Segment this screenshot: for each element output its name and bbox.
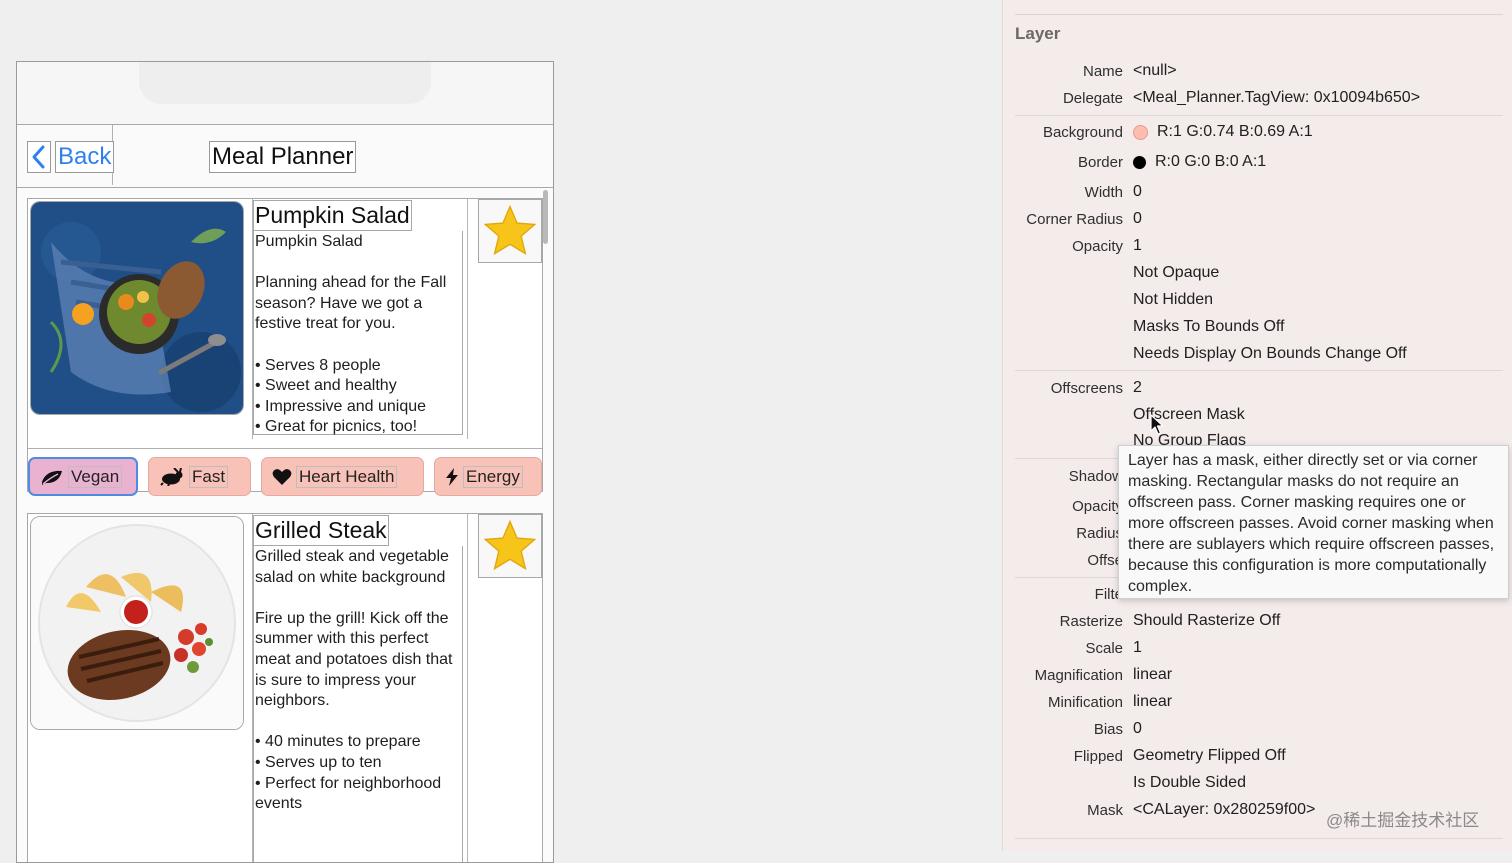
border-label: Border — [1077, 154, 1123, 171]
page-title: Meal Planner — [209, 141, 357, 173]
divider — [1015, 370, 1503, 371]
bolt-icon — [446, 467, 458, 486]
meal-title: Grilled Steak — [253, 515, 389, 546]
bias-label: Bias — [1093, 721, 1123, 738]
meal-text-column: Grilled Steak Grilled steak and vegetabl… — [252, 514, 468, 862]
scroll-indicator[interactable] — [543, 190, 548, 244]
meal-description: Grilled steak and vegetable salad on whi… — [253, 546, 463, 862]
scale-value: 1 — [1133, 639, 1142, 656]
divider — [1015, 838, 1503, 839]
tag-fast[interactable]: Fast — [148, 457, 251, 496]
back-button[interactable]: Back — [17, 125, 115, 185]
device-notch — [139, 62, 431, 104]
width-label: Width — [1084, 184, 1123, 201]
name-label: Name — [1082, 63, 1123, 80]
meal-image-grilled-steak — [30, 516, 244, 730]
star-icon — [483, 519, 537, 571]
favorite-button[interactable] — [478, 199, 542, 263]
tag-vegan[interactable]: Vegan — [28, 457, 138, 496]
mask-value[interactable]: <CALayer: 0x280259f00> — [1133, 801, 1315, 819]
divider — [1015, 14, 1503, 15]
bias-value: 0 — [1133, 720, 1142, 737]
rasterize-label: Rasterize — [1059, 613, 1123, 630]
minification-label: Minification — [1047, 694, 1123, 711]
meal-card[interactable]: Grilled Steak Grilled steak and vegetabl… — [27, 513, 543, 862]
corner-radius-value: 0 — [1133, 210, 1142, 227]
meal-title: Pumpkin Salad — [253, 200, 412, 231]
shadow-label: Shadow — [1068, 468, 1123, 485]
meal-text-column: Pumpkin Salad Pumpkin Salad Planning ahe… — [252, 199, 468, 439]
back-label[interactable]: Back — [55, 141, 115, 173]
delegate-value: <Meal_Planner.TagView: 0x10094b650> — [1133, 89, 1421, 106]
tag-heart-health[interactable]: Heart Health — [261, 457, 424, 496]
rabbit-icon — [160, 467, 183, 486]
tag-label: Energy — [463, 465, 523, 488]
border-rgba: R:0 G:0 B:0 A:1 — [1155, 153, 1267, 170]
color-swatch — [1133, 155, 1146, 169]
tag-label: Heart Health — [296, 465, 398, 488]
meal-description: Pumpkin Salad Planning ahead for the Fal… — [253, 231, 463, 435]
width-value: 0 — [1133, 183, 1142, 200]
name-value: <null> — [1133, 62, 1177, 79]
minification-value: linear — [1133, 693, 1173, 710]
flag-masks-to-bounds: Masks To Bounds Off — [1133, 318, 1285, 335]
color-swatch — [1133, 124, 1148, 140]
mask-label: Mask — [1087, 802, 1123, 819]
chevron-left-icon[interactable] — [27, 141, 51, 173]
section-title: Layer — [1015, 24, 1061, 43]
heart-icon — [272, 468, 292, 485]
flag-not-opaque: Not Opaque — [1133, 264, 1220, 281]
rasterize-value: Should Rasterize Off — [1133, 612, 1281, 629]
status-bar-area — [17, 62, 553, 125]
navigation-bar: Back Meal Planner — [17, 125, 553, 188]
watermark: @稀土掘金技术社区 — [1326, 811, 1480, 830]
meal-image-pumpkin-salad — [30, 201, 244, 415]
background-label: Background — [1042, 124, 1123, 141]
shadow-radius-label: Radius — [1076, 525, 1123, 542]
opacity-value: 1 — [1133, 237, 1142, 254]
favorite-button[interactable] — [478, 514, 542, 578]
background-value: R:1 G:0.74 B:0.69 A:1 — [1133, 123, 1313, 141]
delegate-label: Delegate — [1062, 90, 1123, 107]
tag-label: Fast — [189, 465, 229, 488]
leaf-icon — [42, 470, 62, 485]
mouse-cursor-icon — [1150, 414, 1164, 435]
offscreens-value: 2 — [1133, 379, 1142, 396]
meal-card[interactable]: Pumpkin Salad Pumpkin Salad Planning ahe… — [27, 198, 543, 496]
tag-label: Vegan — [68, 465, 123, 488]
opacity-label: Opacity — [1072, 238, 1123, 255]
offscreens-label: Offscreens — [1050, 380, 1123, 397]
divider — [1015, 115, 1503, 116]
scale-label: Scale — [1085, 640, 1123, 657]
star-icon — [483, 204, 537, 256]
flipped-label: Flipped — [1073, 748, 1123, 765]
layer-inspector-panel: Layer Name <null> Delegate <Meal_Planner… — [1002, 0, 1512, 851]
flag-needs-display: Needs Display On Bounds Change Off — [1133, 345, 1407, 362]
offscreen-mask-tooltip: Layer has a mask, either directly set or… — [1118, 445, 1509, 599]
border-value: R:0 G:0 B:0 A:1 — [1133, 153, 1266, 171]
flipped-value: Geometry Flipped Off — [1133, 747, 1286, 764]
tags-row: Vegan Fast Heart Health Energy — [28, 448, 542, 496]
magnification-value: linear — [1133, 666, 1173, 683]
tag-energy[interactable]: Energy — [434, 457, 542, 496]
simulator-wireframe: Back Meal Planner Pumpkin Salad Pumpkin … — [16, 61, 554, 863]
double-sided-flag: Is Double Sided — [1133, 774, 1246, 791]
magnification-label: Magnification — [1034, 667, 1123, 684]
background-rgba: R:1 G:0.74 B:0.69 A:1 — [1157, 123, 1313, 140]
shadow-opacity-label: Opacity — [1072, 498, 1123, 515]
flag-not-hidden: Not Hidden — [1133, 291, 1214, 308]
corner-radius-label: Corner Radius — [1026, 211, 1123, 228]
